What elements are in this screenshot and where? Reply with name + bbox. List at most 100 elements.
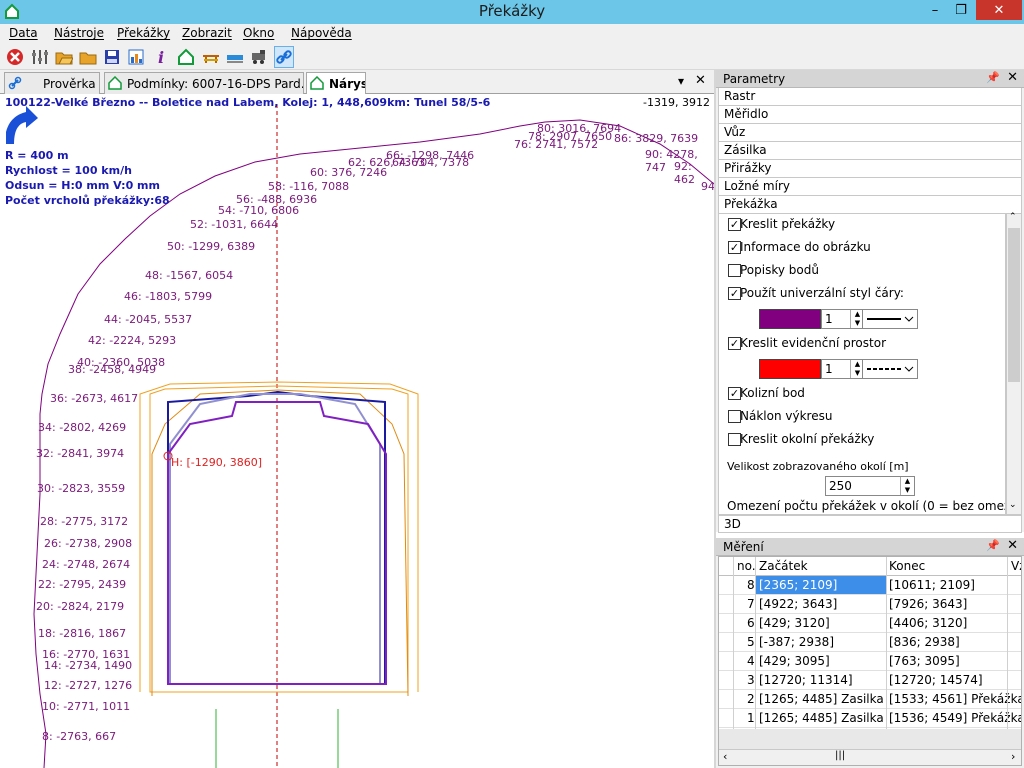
line-style-select[interactable] [862, 309, 918, 329]
close-button[interactable]: ✕ [976, 0, 1022, 20]
pin-icon[interactable]: 📌 [986, 539, 1000, 552]
section-rastr[interactable]: Rastr [718, 88, 1022, 106]
point-label: 16: -2770, 1631 [42, 648, 131, 661]
section-prekazka[interactable]: Překážka [718, 196, 1022, 214]
house-icon [310, 76, 324, 90]
point-label: 26: -2738, 2908 [44, 537, 133, 550]
option-label: Kolizní bod [740, 386, 805, 400]
minimize-button[interactable]: – [922, 0, 948, 20]
section-vuz[interactable]: Vůz [718, 124, 1022, 142]
point-label: 8: -2763, 667 [42, 730, 117, 743]
line-color-swatch[interactable] [759, 309, 821, 329]
folder-icon[interactable] [78, 46, 98, 68]
option-label: Kreslit překážky [740, 217, 836, 231]
maximize-button[interactable]: ❐ [948, 0, 974, 20]
column-divider [1007, 557, 1008, 729]
scroll-thumb[interactable]: ||| [835, 750, 845, 761]
close-icon[interactable]: ✕ [1007, 538, 1018, 553]
tab-dropdown-button[interactable]: ▾ [678, 74, 684, 88]
table-empty-area [719, 729, 1021, 749]
menu-data[interactable]: Data [9, 26, 38, 40]
tab-proverka[interactable]: Prověrka [4, 72, 100, 94]
scroll-up-icon[interactable]: ⌃ [1009, 212, 1017, 222]
save-icon[interactable] [102, 46, 122, 68]
stop-icon[interactable] [5, 46, 25, 68]
section-lozne-miry[interactable]: Ložné míry [718, 178, 1022, 196]
limit-label: Omezení počtu překážek v okolí (0 = bez … [727, 499, 1006, 513]
line-width-stepper[interactable]: 1 ▲ ▼ [821, 359, 865, 379]
house-icon[interactable] [176, 46, 196, 68]
link-icon[interactable] [274, 46, 294, 68]
open-folder-icon[interactable] [54, 46, 74, 68]
table-header: no. Začátek Konec Vz [719, 557, 1021, 576]
title-bar: Překážky – ❐ ✕ [0, 0, 1024, 24]
column-header[interactable]: Konec [889, 559, 925, 573]
scroll-right-icon[interactable]: › [1011, 750, 1015, 763]
toolbar: i [0, 44, 1024, 70]
table-row[interactable]: 6 [429; 3120] [4406; 3120] [719, 614, 1021, 633]
point-label: 50: -1299, 6389 [167, 240, 256, 253]
table-row[interactable]: 4 [429; 3095] [763; 3095] [719, 652, 1021, 671]
scroll-left-icon[interactable]: ‹ [723, 750, 727, 763]
sliders-icon[interactable] [30, 46, 50, 68]
line-style-select[interactable] [862, 359, 918, 379]
menu-zobrazit[interactable]: Zobrazit [182, 26, 232, 40]
point-label: 44: -2045, 5537 [104, 313, 193, 326]
column-header[interactable]: Začátek [759, 559, 808, 573]
pin-icon[interactable]: 📌 [986, 71, 1000, 84]
obstacle-options: ✓ Kreslit překážky ✓ Informace do obrázk… [718, 213, 1006, 515]
point-label: 34: -2802, 4269 [38, 421, 127, 434]
tab-close-button[interactable]: ✕ [695, 73, 706, 88]
tab-label: Nárys [329, 77, 366, 91]
scroll-down-icon[interactable]: ⌄ [1009, 500, 1017, 510]
menu-napoveda[interactable]: Nápověda [291, 26, 352, 40]
tab-podminky[interactable]: Podmínky: 6007-16-DPS Pard... [104, 72, 304, 94]
options-scrollbar[interactable]: ⌃ ⌄ [1006, 212, 1022, 515]
option-label: Kreslit evidenční prostor [740, 336, 886, 350]
line-width-stepper[interactable]: 1 ▲ ▼ [821, 309, 865, 329]
section-meridlo[interactable]: Měřidlo [718, 106, 1022, 124]
point-label: 20: -2824, 2179 [36, 600, 125, 613]
menu-okno[interactable]: Okno [243, 26, 274, 40]
section-prirazky[interactable]: Přirážky [718, 160, 1022, 178]
table-row[interactable]: 8 [2365; 2109] [10611; 2109] [719, 576, 1021, 595]
column-header[interactable]: Vz [1011, 559, 1021, 573]
drawing-canvas[interactable]: 100122-Velké Březno -- Boletice nad Labe… [0, 94, 714, 768]
section-3d[interactable]: 3D [718, 515, 1022, 533]
point-label: 52: -1031, 6644 [190, 218, 279, 231]
section-zasilka[interactable]: Zásilka [718, 142, 1022, 160]
tab-narys[interactable]: Nárys [306, 72, 366, 95]
info-icon[interactable]: i [151, 46, 171, 68]
menu-nastroje[interactable]: Nástroje [54, 26, 104, 40]
close-icon[interactable]: ✕ [1007, 70, 1018, 85]
menu-prekazky[interactable]: Překážky [117, 26, 170, 40]
chart-icon[interactable] [126, 46, 146, 68]
column-divider [886, 557, 887, 729]
horizontal-scrollbar[interactable]: ‹ ||| › [719, 749, 1021, 765]
table-row[interactable]: 5 [-387; 2938] [836; 2938] [719, 633, 1021, 652]
scroll-thumb[interactable] [1008, 228, 1020, 382]
option-label: Použít univerzální styl čáry: [740, 286, 904, 300]
point-label: 80: 3016, 7694 [537, 122, 622, 135]
table-row[interactable]: 7 [4922; 3643] [7926; 3643] [719, 595, 1021, 614]
parameters-title: Parametry [723, 72, 786, 86]
house-icon [108, 76, 122, 90]
table-row[interactable]: 3 [12720; 11314] [12720; 14574] [719, 671, 1021, 690]
point-label: 40: -2360, 5038 [77, 356, 166, 369]
point-label: 46: -1803, 5799 [124, 290, 213, 303]
point-label: 36: -2673, 4617 [50, 392, 139, 405]
table-row[interactable]: 2 [1265; 4485] Zasilka [1533; 4561] Překáž… [719, 690, 1021, 709]
train-icon[interactable] [249, 46, 269, 68]
table-row[interactable]: 1 [1265; 4485] Zasilka [1536; 4549] Překáž… [719, 709, 1021, 728]
profile-icon[interactable] [201, 46, 221, 68]
point-label: 56: -488, 6936 [236, 193, 318, 206]
tab-label: Podmínky: 6007-16-DPS Pard... [127, 76, 304, 91]
point-label: 12: -2727, 1276 [44, 679, 133, 692]
point-label: 18: -2816, 1867 [38, 627, 127, 640]
line-color-swatch[interactable] [759, 359, 821, 379]
link-icon [8, 76, 22, 90]
gauge-icon[interactable] [225, 46, 245, 68]
column-divider [755, 557, 756, 729]
neighborhood-stepper[interactable]: 250 ▲ ▼ [825, 476, 915, 496]
column-header[interactable]: no. [737, 559, 756, 573]
